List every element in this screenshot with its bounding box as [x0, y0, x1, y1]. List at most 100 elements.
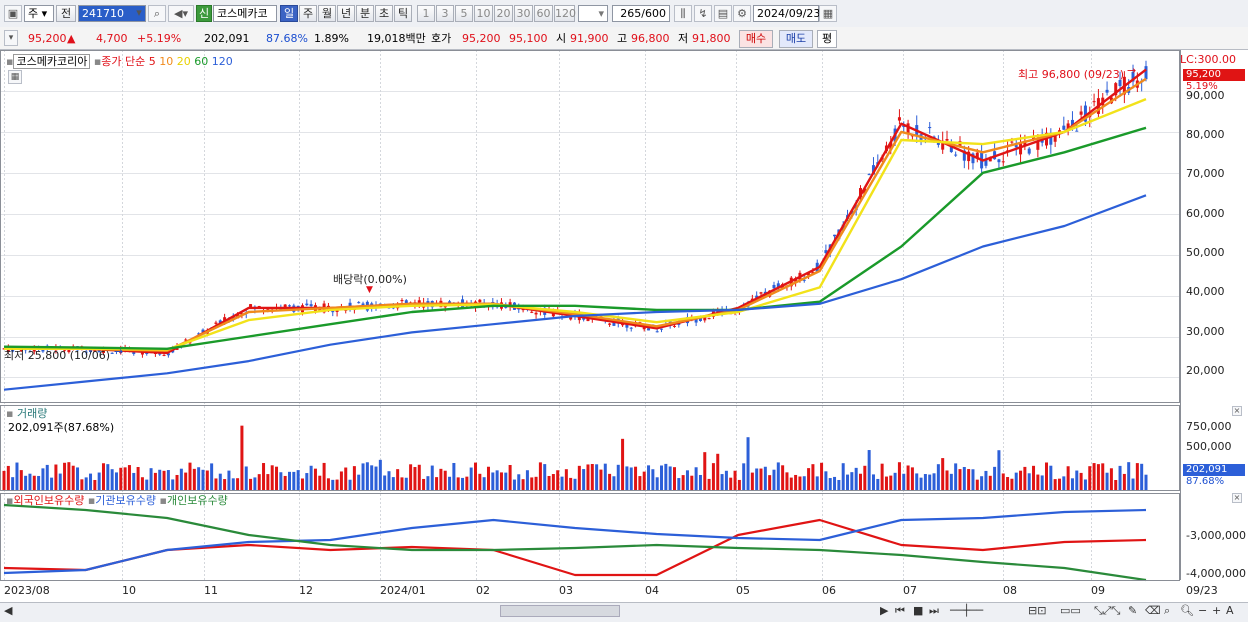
candle-body: [478, 299, 482, 303]
candle-icon[interactable]: ⫼: [674, 5, 692, 22]
close-icon[interactable]: ×: [1232, 406, 1242, 416]
arrow-down-icon: ▼: [366, 285, 373, 295]
y-tick: 30,000: [1186, 325, 1225, 338]
chevron-down-icon[interactable]: ▾: [132, 5, 146, 22]
zoom-icon[interactable]: ⌕: [1164, 603, 1170, 619]
candle-body: [530, 311, 534, 313]
volume-bar: [171, 479, 175, 490]
interval-3-button[interactable]: 3: [436, 5, 454, 22]
forward-icon[interactable]: ⏭: [929, 603, 939, 619]
interval-30-button[interactable]: 30: [514, 5, 533, 22]
change-value: 4,700: [96, 32, 128, 45]
candle-body: [1105, 89, 1109, 93]
volume-bar: [789, 477, 793, 490]
sell-button[interactable]: 매도: [779, 30, 813, 48]
chart-area[interactable]: [0, 50, 1248, 602]
avg-button[interactable]: 평: [817, 30, 837, 48]
zoom-slider-icon[interactable]: ──┼──: [950, 603, 983, 619]
expand-icon[interactable]: ▾: [4, 30, 18, 46]
volume-bar: [1114, 479, 1118, 490]
volume-bar: [331, 479, 335, 490]
magnify-icon[interactable]: 🔍︎: [1180, 603, 1194, 619]
zoom-out-icon[interactable]: −: [1198, 603, 1207, 619]
layout-icon[interactable]: ⊟⊡: [1028, 603, 1046, 619]
volume-bar: [941, 458, 945, 490]
candle-body: [400, 300, 404, 302]
candle-body: [534, 312, 538, 315]
table-icon[interactable]: ▦: [8, 70, 22, 84]
volume-bar: [512, 479, 516, 490]
period-week-button[interactable]: 주: [299, 5, 317, 22]
x-tick: 12: [299, 584, 313, 597]
period-minute-button[interactable]: 분: [356, 5, 374, 22]
zoom-in-icon[interactable]: +: [1212, 603, 1221, 619]
custom-interval-select[interactable]: ▾: [578, 5, 608, 22]
period-day-button[interactable]: 일: [280, 5, 298, 22]
scroll-left-icon[interactable]: ◀: [4, 603, 12, 619]
interval-10-button[interactable]: 10: [474, 5, 493, 22]
volume-bar: [106, 464, 110, 490]
font-size-icon[interactable]: A: [1226, 603, 1234, 619]
new-button[interactable]: 신: [196, 5, 212, 22]
prev-button[interactable]: 전: [56, 5, 76, 22]
bid-value: 95,100: [509, 32, 548, 45]
volume-bar: [850, 472, 854, 490]
period-second-button[interactable]: 초: [375, 5, 393, 22]
volume-bar: [893, 472, 897, 490]
window-icon[interactable]: ▣: [4, 5, 22, 22]
volume-bars: [2, 425, 1148, 490]
gear-icon[interactable]: ⚙: [733, 5, 751, 22]
save-icon[interactable]: ▤: [714, 5, 732, 22]
count-total: /600: [641, 7, 666, 20]
interval-5-button[interactable]: 5: [455, 5, 473, 22]
speaker-icon[interactable]: ◀▾: [168, 5, 194, 22]
search-icon[interactable]: ⌕: [148, 5, 166, 22]
scroll-right-icon[interactable]: ▶: [880, 603, 888, 619]
volume-bar: [651, 469, 655, 490]
calendar-icon[interactable]: ▦: [819, 5, 837, 22]
interval-20-button[interactable]: 20: [494, 5, 513, 22]
interval-120-button[interactable]: 120: [554, 5, 576, 22]
volume-bar: [750, 472, 754, 490]
volume-bar: [1079, 472, 1083, 490]
volume-bar: [140, 477, 144, 490]
interval-1-button[interactable]: 1: [417, 5, 435, 22]
volume-bar: [716, 453, 720, 490]
volume-bar: [348, 479, 352, 490]
candle-body: [1010, 141, 1014, 143]
volume-bar: [370, 465, 374, 490]
volume-bar: [404, 477, 408, 490]
volume-bar: [811, 464, 815, 490]
volume-bar: [707, 478, 711, 490]
candle-body: [288, 305, 291, 307]
count-input[interactable]: 265/600: [612, 5, 670, 22]
candle-body: [772, 284, 776, 289]
amount-value: 19,018백만: [367, 32, 426, 45]
type-select[interactable]: 주 ▾: [24, 5, 54, 22]
period-month-button[interactable]: 월: [318, 5, 336, 22]
date-input[interactable]: 2024/09/23: [753, 5, 820, 22]
indicator-icon[interactable]: ↯: [694, 5, 712, 22]
volume-bar: [461, 477, 465, 490]
close-icon[interactable]: ×: [1232, 493, 1242, 503]
rewind-icon[interactable]: ⏮: [895, 603, 905, 619]
panel-icon[interactable]: ▭▭: [1060, 603, 1081, 619]
period-year-button[interactable]: 년: [337, 5, 355, 22]
volume-bar: [586, 464, 590, 490]
draw-tools-icon[interactable]: ⤡⤢⤡: [1094, 603, 1120, 619]
stop-icon[interactable]: ■: [913, 603, 923, 619]
pen-icon[interactable]: ✎: [1128, 603, 1137, 619]
period-tick-button[interactable]: 틱: [394, 5, 412, 22]
buy-button[interactable]: 매수: [739, 30, 773, 48]
x-tick: 03: [559, 584, 573, 597]
y-tick: 60,000: [1186, 207, 1225, 220]
volume-bar: [763, 466, 767, 490]
volume-bar: [664, 463, 668, 490]
volume-bar: [435, 477, 439, 490]
volume-bar: [1032, 465, 1036, 490]
stock-name-field[interactable]: 코스메카코: [213, 5, 277, 22]
scroll-thumb[interactable]: [500, 605, 620, 617]
eraser-icon[interactable]: ⌫: [1145, 603, 1161, 619]
arrow-right-icon: →: [1127, 64, 1137, 77]
interval-60-button[interactable]: 60: [534, 5, 553, 22]
